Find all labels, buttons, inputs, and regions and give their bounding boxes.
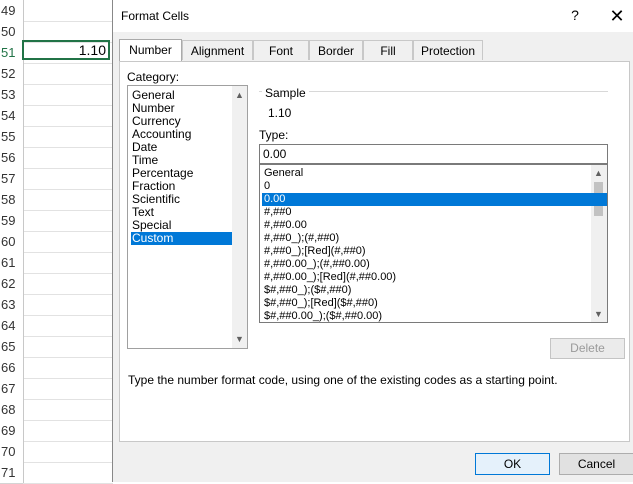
cell-row[interactable]: [23, 273, 113, 295]
row-header[interactable]: 68: [0, 399, 24, 421]
row-header[interactable]: 50: [0, 21, 24, 43]
format-item[interactable]: $#,##0_);($#,##0): [262, 284, 607, 297]
format-item[interactable]: #,##0.00_);[Red](#,##0.00): [262, 271, 607, 284]
sample-group: [259, 91, 608, 122]
tab-alignment[interactable]: Alignment: [182, 40, 253, 60]
cell-row[interactable]: [23, 252, 113, 274]
dialog-title-bar[interactable]: Format Cells ? ✕: [113, 0, 633, 32]
type-input[interactable]: 0.00: [259, 144, 608, 164]
format-code-list[interactable]: ▲ ▼ General 0 0.00 #,##0 #,##0.00 #,##0_);(#,…: [259, 164, 608, 323]
scroll-down-icon[interactable]: ▼: [235, 334, 244, 344]
row-header[interactable]: 70: [0, 441, 24, 463]
help-button[interactable]: ?: [567, 7, 583, 25]
format-item[interactable]: #,##0_);[Red](#,##0): [262, 245, 607, 258]
cell-row[interactable]: [23, 420, 113, 442]
format-item[interactable]: $#,##0.00_);($#,##0.00): [262, 310, 607, 322]
format-item[interactable]: $#,##0_);[Red]($#,##0): [262, 297, 607, 310]
format-cells-dialog: Format Cells ? ✕ Number Alignment Font Bord…: [112, 0, 633, 482]
category-list[interactable]: ▲ ▼ General Number Currency Accounting Date T…: [127, 85, 248, 349]
row-header[interactable]: 57: [0, 168, 24, 190]
ok-button[interactable]: OK: [475, 453, 550, 475]
cell-row[interactable]: [23, 126, 113, 148]
cancel-button[interactable]: Cancel: [559, 453, 633, 475]
cell-row[interactable]: [23, 189, 113, 211]
tab-border[interactable]: Border: [309, 40, 363, 60]
format-item[interactable]: #,##0: [262, 206, 607, 219]
cell-row[interactable]: [23, 210, 113, 232]
row-header[interactable]: 71: [0, 462, 24, 484]
tab-protection[interactable]: Protection: [413, 40, 483, 60]
cell-row[interactable]: [23, 357, 113, 379]
cell-row[interactable]: [23, 84, 113, 106]
scroll-up-icon[interactable]: ▲: [235, 90, 244, 100]
category-item[interactable]: Custom: [131, 232, 232, 245]
category-label: Category:: [127, 70, 180, 84]
row-header[interactable]: 56: [0, 147, 24, 169]
row-header[interactable]: 54: [0, 105, 24, 127]
dialog-title: Format Cells: [121, 9, 190, 23]
row-header[interactable]: 66: [0, 357, 24, 379]
row-header[interactable]: 62: [0, 273, 24, 295]
delete-button[interactable]: Delete: [550, 338, 625, 359]
row-header[interactable]: 55: [0, 126, 24, 148]
row-header[interactable]: 67: [0, 378, 24, 400]
cell-row[interactable]: [23, 105, 113, 127]
tab-number[interactable]: Number: [119, 39, 182, 62]
cell-row[interactable]: [23, 441, 113, 463]
format-item[interactable]: #,##0.00_);(#,##0.00): [262, 258, 607, 271]
row-header[interactable]: 65: [0, 336, 24, 358]
format-item[interactable]: General: [262, 167, 607, 180]
format-item[interactable]: #,##0.00: [262, 219, 607, 232]
sample-label: Sample: [262, 86, 309, 100]
cell-row[interactable]: [23, 336, 113, 358]
cell-row[interactable]: [23, 0, 113, 22]
row-header[interactable]: 64: [0, 315, 24, 337]
category-scrollbar[interactable]: ▲ ▼: [232, 86, 247, 348]
tab-fill[interactable]: Fill: [363, 40, 413, 60]
row-header[interactable]: 59: [0, 210, 24, 232]
row-header[interactable]: 52: [0, 63, 24, 85]
type-label: Type:: [259, 128, 289, 142]
close-icon: ✕: [609, 6, 625, 26]
close-button[interactable]: ✕: [605, 5, 629, 27]
cell-row[interactable]: [23, 168, 113, 190]
cell-row[interactable]: [23, 63, 113, 85]
row-header[interactable]: 69: [0, 420, 24, 442]
row-header[interactable]: 49: [0, 0, 24, 22]
hint-text: Type the number format code, using one o…: [128, 373, 558, 387]
sample-value: 1.10: [268, 106, 292, 120]
row-header[interactable]: 51: [0, 42, 24, 64]
cell-row[interactable]: [23, 294, 113, 316]
row-header[interactable]: 63: [0, 294, 24, 316]
row-header[interactable]: 61: [0, 252, 24, 274]
format-item[interactable]: #,##0_);(#,##0): [262, 232, 607, 245]
cell-row[interactable]: [23, 399, 113, 421]
active-cell[interactable]: 1.10: [22, 40, 110, 60]
cell-row[interactable]: [23, 315, 113, 337]
format-item[interactable]: 0: [262, 180, 607, 193]
cell-row[interactable]: [23, 147, 113, 169]
cell-row[interactable]: [23, 231, 113, 253]
cell-row[interactable]: [23, 462, 113, 484]
row-header[interactable]: 53: [0, 84, 24, 106]
format-item[interactable]: 0.00: [262, 193, 607, 206]
tab-font[interactable]: Font: [253, 40, 309, 60]
row-header[interactable]: 60: [0, 231, 24, 253]
cell-row[interactable]: [23, 378, 113, 400]
row-header[interactable]: 58: [0, 189, 24, 211]
